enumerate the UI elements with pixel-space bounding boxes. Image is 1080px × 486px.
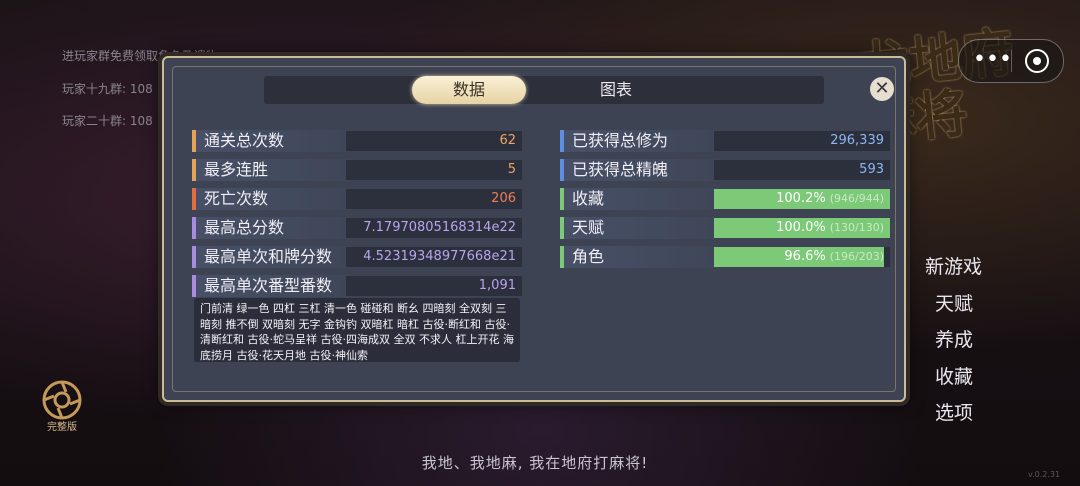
progress-percent: 100.2% — [776, 191, 826, 206]
menu-talent[interactable]: 天赋 — [935, 289, 1015, 316]
exit-program-icon[interactable] — [1025, 49, 1049, 73]
stat-label: 通关总次数 — [192, 130, 350, 152]
progress-row-characters: 角色 96.6% (196/203) — [560, 246, 890, 268]
progress-bar: 100.2% (946/944) — [714, 189, 890, 209]
mini-program-capsule: ••• — [958, 39, 1064, 83]
full-version-badge-icon — [42, 380, 82, 420]
progress-percent: 96.6% — [784, 249, 826, 264]
stat-label: 天赋 — [560, 217, 718, 239]
stat-value: 5 — [346, 160, 522, 180]
stat-row-total-cultivation: 已获得总修为 296,339 — [560, 130, 890, 152]
stat-label: 已获得总修为 — [560, 130, 718, 152]
more-menu-icon[interactable]: ••• — [973, 49, 1012, 71]
stat-label: 最多连胜 — [192, 159, 350, 181]
group-19-line: 玩家十九群: 108 — [62, 82, 153, 96]
stat-label: 已获得总精魄 — [560, 159, 718, 181]
version-label: v.0.2.31 — [1028, 470, 1061, 479]
stat-value: 7.17970805168314e22 — [346, 218, 522, 238]
menu-options[interactable]: 选项 — [935, 398, 1015, 425]
statistics-panel: 数据 图表 ✕ 通关总次数 62 最多连胜 5 死亡次数 206 最高总分数 7… — [162, 56, 906, 402]
stat-label: 最高单次和牌分数 — [192, 246, 350, 268]
stat-row-deaths: 死亡次数 206 — [192, 188, 524, 210]
stat-row-clears: 通关总次数 62 — [192, 130, 524, 152]
stat-label: 死亡次数 — [192, 188, 350, 210]
progress-detail: (130/130) — [829, 221, 884, 234]
progress-detail: (196/203) — [829, 250, 884, 263]
stat-row-max-streak: 最多连胜 5 — [192, 159, 524, 181]
tab-data[interactable]: 数据 — [412, 76, 526, 104]
menu-cultivate[interactable]: 养成 — [935, 325, 1015, 352]
progress-row-collection: 收藏 100.2% (946/944) — [560, 188, 890, 210]
stat-row-top-total-score: 最高总分数 7.17970805168314e22 — [192, 217, 524, 239]
close-button[interactable]: ✕ — [870, 77, 894, 101]
progress-row-talent: 天赋 100.0% (130/130) — [560, 217, 890, 239]
capsule-divider — [1011, 50, 1012, 72]
stat-row-top-fan: 最高单次番型番数 1,091 — [192, 275, 524, 297]
yaku-list: 门前清 绿一色 四杠 三杠 清一色 碰碰和 断幺 四暗刻 全双刻 三暗刻 推不倒… — [194, 298, 520, 362]
stat-value: 593 — [714, 160, 890, 180]
stat-label: 最高总分数 — [192, 217, 350, 239]
stat-value: 296,339 — [714, 131, 890, 151]
menu-collection[interactable]: 收藏 — [935, 362, 1015, 389]
progress-bar: 100.0% (130/130) — [714, 218, 890, 238]
progress-bar: 96.6% (196/203) — [714, 247, 890, 267]
game-subtitle: 我地、我地麻, 我在地府打麻将! — [421, 454, 649, 472]
stat-label: 收藏 — [560, 188, 718, 210]
group-20-line: 玩家二十群: 108 — [62, 114, 153, 128]
stat-value: 206 — [346, 189, 522, 209]
progress-percent: 100.0% — [776, 220, 826, 235]
stat-value: 4.52319348977668e21 — [346, 247, 522, 267]
stat-label: 角色 — [560, 246, 718, 268]
stat-value: 1,091 — [346, 276, 522, 296]
progress-detail: (946/944) — [829, 192, 884, 205]
tab-chart[interactable]: 图表 — [556, 76, 676, 104]
menu-new-game[interactable]: 新游戏 — [925, 252, 1005, 279]
stat-row-total-soul: 已获得总精魄 593 — [560, 159, 890, 181]
stat-value: 62 — [346, 131, 522, 151]
tab-bar: 数据 图表 — [264, 76, 824, 104]
stat-label: 最高单次番型番数 — [192, 275, 350, 297]
full-version-label: 完整版 — [47, 422, 77, 433]
stat-row-top-hand-score: 最高单次和牌分数 4.52319348977668e21 — [192, 246, 524, 268]
